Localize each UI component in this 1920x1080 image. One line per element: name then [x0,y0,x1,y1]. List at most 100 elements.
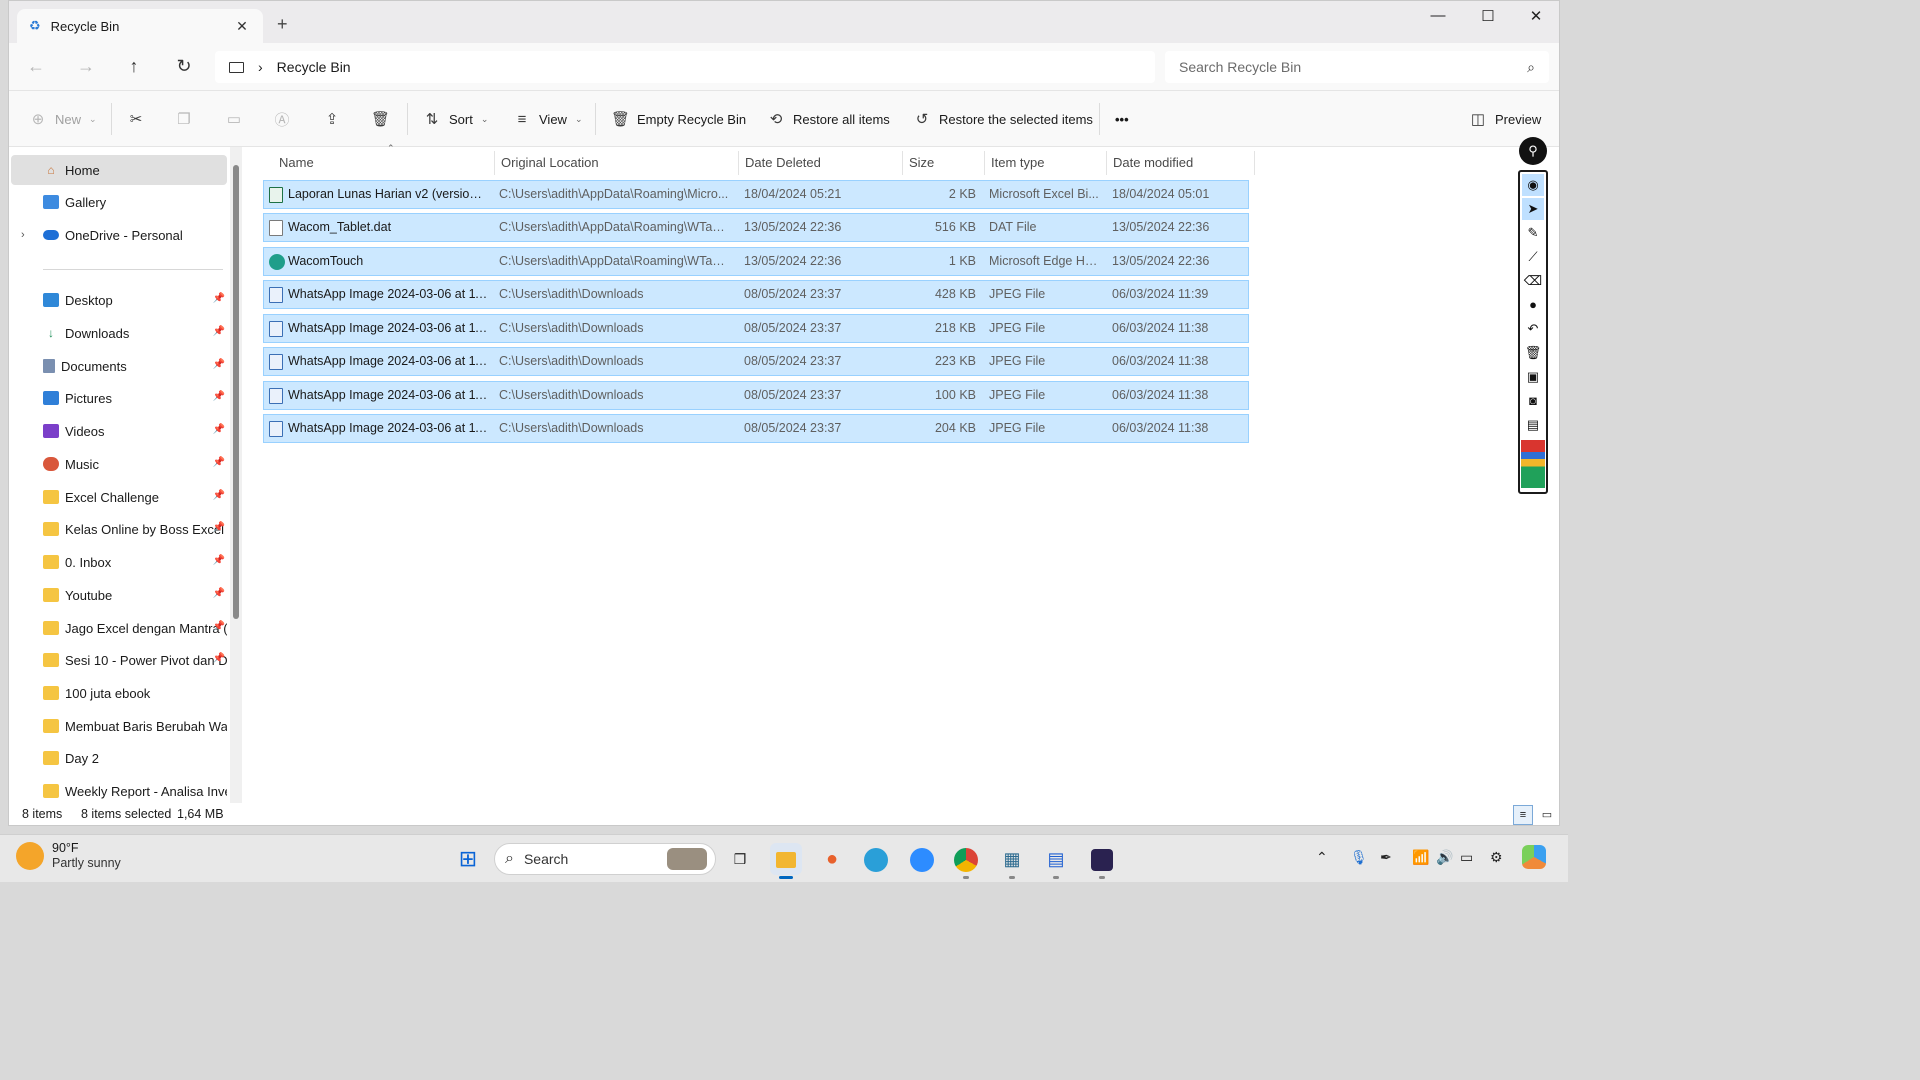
sidebar-item-gallery[interactable]: Gallery [11,187,227,217]
path-box[interactable]: › Recycle Bin [215,51,1155,83]
close-window-button[interactable]: ✕ [1513,7,1559,29]
whiteboard-icon[interactable]: ▣ [1522,366,1544,388]
sidebar-item-inbox[interactable]: 0. Inbox 📌 [11,547,227,577]
sidebar-item-membuat-baris[interactable]: Membuat Baris Berubah Warna [11,711,227,741]
back-arrow-icon[interactable]: ← [23,55,49,79]
restore-selected-button[interactable]: ↺ Restore the selected items [913,106,1093,132]
color-palette-icon[interactable] [1521,440,1545,488]
pin-icon[interactable]: 📌 [213,621,225,632]
table-row[interactable]: Laporan Lunas Harian v2 (version 1) C:\U… [263,180,1249,209]
column-header-size[interactable]: Size [903,151,985,175]
chevron-right-icon[interactable]: › [21,229,37,241]
column-header-item-type[interactable]: Item type [985,151,1107,175]
table-row[interactable]: Wacom_Tablet.dat C:\Users\adith\AppData\… [263,213,1249,242]
eraser-icon[interactable]: ⌫ [1522,270,1544,292]
cursor-icon[interactable]: ➤ [1522,198,1544,220]
app-icon[interactable] [1086,843,1118,879]
table-row[interactable]: WacomTouch C:\Users\adith\AppData\Roamin… [263,247,1249,276]
pin-icon[interactable]: 📌 [213,588,225,599]
pin-icon[interactable]: 📌 [213,653,225,664]
microphone-icon[interactable]: 🎙 [1350,849,1368,866]
table-row[interactable]: WhatsApp Image 2024-03-06 at 11... C:\Us… [263,414,1249,443]
search-input[interactable]: Search Recycle Bin ⌕ [1165,51,1549,83]
copy-button[interactable]: ❐ [175,106,193,132]
sidebar-item-documents[interactable]: Documents 📌 [11,351,227,381]
refresh-icon[interactable]: ↻ [171,55,197,79]
path-current[interactable]: Recycle Bin [277,59,351,75]
firefox-icon[interactable]: ● [816,843,848,875]
more-options-button[interactable]: ••• [1115,106,1129,132]
sort-button[interactable]: ⇅ Sort ⌄ [423,106,489,132]
zoom-icon[interactable] [906,843,938,875]
line-icon[interactable]: ⟋ [1522,246,1544,268]
pin-icon[interactable]: 📌 [213,555,225,566]
sidebar-item-100-juta[interactable]: 100 juta ebook [11,678,227,708]
table-row[interactable]: WhatsApp Image 2024-03-06 at 11... C:\Us… [263,381,1249,410]
trash-icon[interactable]: 🗑 [1522,342,1544,364]
copilot-icon[interactable] [1522,845,1546,872]
sidebar-item-home[interactable]: ⌂ Home [11,155,227,185]
pin-icon[interactable]: 📌 [213,326,225,337]
chrome-icon[interactable] [950,843,982,879]
pin-icon[interactable]: 📌 [213,490,225,501]
table-row[interactable]: WhatsApp Image 2024-03-06 at 11... C:\Us… [263,347,1249,376]
rename-button[interactable]: Ⓐ [273,106,291,132]
dot-icon[interactable]: ● [1522,294,1544,316]
telegram-icon[interactable] [860,843,892,875]
delete-button[interactable]: 🗑 [371,106,390,132]
remote-desktop-icon[interactable]: ▦ [996,843,1028,879]
sidebar-item-day-2[interactable]: Day 2 [11,743,227,773]
empty-recycle-bin-button[interactable]: 🗑 Empty Recycle Bin [611,106,746,132]
file-explorer-icon[interactable] [770,843,802,879]
table-row[interactable]: WhatsApp Image 2024-03-06 at 11... C:\Us… [263,314,1249,343]
tab-recycle-bin[interactable]: ♻ Recycle Bin ✕ [17,9,263,43]
sidebar-item-sesi-10[interactable]: Sesi 10 - Power Pivot dan D 📌 [11,645,227,675]
start-icon[interactable]: ⊞ [452,843,484,875]
sidebar-item-downloads[interactable]: ↓ Downloads 📌 [11,318,227,348]
column-header-date-deleted[interactable]: Date Deleted [739,151,903,175]
forward-arrow-icon[interactable]: → [73,55,99,79]
chevron-up-icon[interactable]: ⌃ [1316,849,1328,866]
sidebar-item-pictures[interactable]: Pictures 📌 [11,383,227,413]
volume-icon[interactable]: 🔊 [1436,849,1453,866]
pin-icon[interactable]: 📌 [213,457,225,468]
sidebar-item-weekly-report[interactable]: Weekly Report - Analisa Invent [11,776,227,803]
pin-icon[interactable]: 📌 [213,522,225,533]
share-button[interactable]: ⇪ [323,106,341,132]
eye-icon[interactable]: ◉ [1522,174,1544,196]
maximize-button[interactable]: ☐ [1465,7,1511,29]
column-header-name[interactable]: Name [273,151,495,175]
preview-button[interactable]: ◫ Preview [1469,106,1541,132]
sidebar-item-desktop[interactable]: Desktop 📌 [11,285,227,315]
column-header-date-modified[interactable]: Date modified [1107,151,1255,175]
pin-icon[interactable]: 📌 [213,359,225,370]
notepad-icon[interactable]: ▤ [1040,843,1072,879]
view-button[interactable]: ≡ View ⌄ [513,106,583,132]
close-tab-icon[interactable]: ✕ [233,18,251,35]
details-view-icon[interactable]: ≡ [1513,805,1533,825]
table-row[interactable]: WhatsApp Image 2024-03-06 at 11... C:\Us… [263,280,1249,309]
pin-icon[interactable]: 📌 [213,424,225,435]
undo-icon[interactable]: ↶ [1522,318,1544,340]
sidebar-item-jago-excel[interactable]: Jago Excel dengan Mantra ( 📌 [11,613,227,643]
restore-all-button[interactable]: ⟲ Restore all items [767,106,890,132]
settings-icon[interactable]: ⚙ [1490,849,1503,866]
clipboard-icon[interactable]: ▤ [1522,414,1544,436]
tiles-view-icon[interactable]: ▭ [1537,805,1557,825]
pen-icon[interactable]: ✎ [1522,222,1544,244]
pin-icon[interactable]: 📌 [213,391,225,402]
sidebar-item-kelas-online[interactable]: Kelas Online by Boss Excel 📌 [11,514,227,544]
sidebar-scrollbar-thumb[interactable] [233,165,239,619]
path-chevron-icon[interactable]: › [258,59,263,75]
sidebar-item-music[interactable]: Music 📌 [11,449,227,479]
annotation-pin-icon[interactable]: ⚲ [1519,137,1547,165]
sidebar-item-onedrive[interactable]: › OneDrive - Personal [11,220,227,250]
weather-widget[interactable]: 90°F Partly sunny [16,841,121,871]
sidebar-item-excel-challenge[interactable]: Excel Challenge 📌 [11,482,227,512]
cut-button[interactable]: ✂ [127,106,145,132]
new-tab-button[interactable]: + [277,14,288,35]
up-arrow-icon[interactable]: ↑ [121,55,147,79]
new-button[interactable]: ⊕ New ⌄ [29,106,97,132]
taskbar-search[interactable]: ⌕ Search [494,843,716,875]
task-view-icon[interactable]: ❒ [724,843,756,875]
